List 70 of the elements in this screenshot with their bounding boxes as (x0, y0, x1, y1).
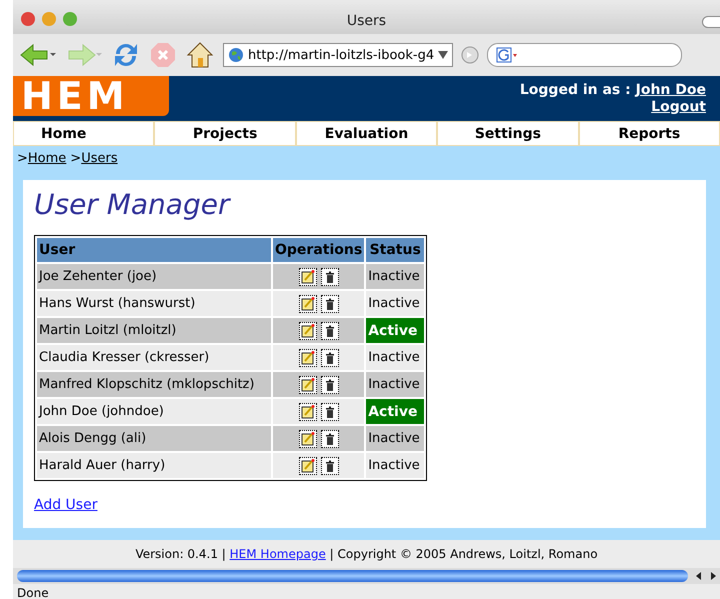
pencil-icon (300, 270, 315, 284)
nav-tab[interactable]: Home (13, 121, 154, 146)
user-cell: Joe Zehenter (joe) (37, 264, 271, 289)
delete-button[interactable] (320, 376, 339, 394)
edit-button[interactable] (298, 430, 317, 448)
delete-button[interactable] (320, 402, 339, 420)
user-cell: Claudia Kresser (ckresser) (37, 345, 271, 370)
nav-tab[interactable]: Settings (437, 121, 579, 146)
status-cell: Inactive (366, 345, 424, 370)
edit-button[interactable] (298, 456, 317, 474)
user-link[interactable]: John Doe (636, 82, 706, 98)
pencil-icon (300, 296, 315, 310)
nav-tab[interactable]: Reports (578, 121, 720, 146)
status-cell: Inactive (366, 372, 424, 397)
status-cell: Active (366, 399, 424, 424)
logout-link[interactable]: Logout (651, 99, 706, 115)
dropdown-icon[interactable] (438, 51, 448, 59)
search-field[interactable] (487, 43, 682, 67)
search-engine-icon (496, 47, 518, 63)
edit-button[interactable] (298, 402, 317, 420)
edit-button[interactable] (298, 348, 317, 366)
nav-tab[interactable]: Evaluation (296, 121, 438, 146)
status-cell: Active (366, 318, 424, 343)
homepage-link[interactable]: HEM Homepage (230, 547, 326, 561)
user-cell: Alois Dengg (ali) (37, 426, 271, 451)
scrollbar-thumb[interactable] (17, 570, 688, 582)
pencil-icon (300, 404, 315, 418)
edit-button[interactable] (298, 294, 317, 312)
breadcrumb-link[interactable]: Users (81, 151, 118, 166)
edit-button[interactable] (298, 376, 317, 394)
delete-button[interactable] (320, 348, 339, 366)
delete-button[interactable] (320, 456, 339, 474)
column-header: User (37, 238, 271, 262)
column-header: Operations (273, 238, 364, 262)
address-field[interactable]: http://martin-loitzls-ibook-g4 (223, 43, 453, 67)
edit-button[interactable] (298, 322, 317, 340)
status-cell: Inactive (366, 291, 424, 316)
user-cell: Harald Auer (harry) (37, 453, 271, 478)
user-cell: Martin Loitzl (mloitzl) (37, 318, 271, 343)
column-header: Status (366, 238, 424, 262)
pencil-icon (300, 324, 315, 338)
globe-icon (228, 47, 244, 63)
pencil-icon (300, 432, 315, 446)
go-icon[interactable] (461, 46, 479, 64)
login-label: Logged in as : (520, 82, 631, 98)
user-cell: Hans Wurst (hanswurst) (37, 291, 271, 316)
pencil-icon (300, 350, 315, 364)
home-icon[interactable] (185, 40, 215, 70)
user-cell: Manfred Klopschitz (mklopschitz) (37, 372, 271, 397)
delete-button[interactable] (320, 294, 339, 312)
status-cell: Inactive (366, 426, 424, 451)
status-cell: Inactive (366, 264, 424, 289)
page-title: User Manager (34, 188, 232, 221)
pencil-icon (300, 378, 315, 392)
back-icon[interactable] (19, 42, 57, 68)
close-button[interactable] (21, 12, 35, 26)
breadcrumb-link[interactable]: Home (28, 151, 66, 166)
user-cell: John Doe (johndoe) (37, 399, 271, 424)
footer-text: Version: 0.4.1 | HEM Homepage | Copyright © 2005 Andrews, Loitzl, Romano (135, 547, 598, 561)
nav-tab[interactable]: Projects (154, 121, 296, 146)
status-cell: Inactive (366, 453, 424, 478)
window-title: Users (346, 13, 386, 29)
pencil-icon (300, 458, 315, 472)
delete-button[interactable] (320, 430, 339, 448)
edit-button[interactable] (298, 268, 317, 286)
add-user-link[interactable]: Add User (34, 497, 98, 513)
breadcrumb-separator: > (70, 151, 82, 166)
breadcrumb-separator: > (17, 151, 28, 166)
delete-button[interactable] (320, 322, 339, 340)
delete-button[interactable] (320, 268, 339, 286)
